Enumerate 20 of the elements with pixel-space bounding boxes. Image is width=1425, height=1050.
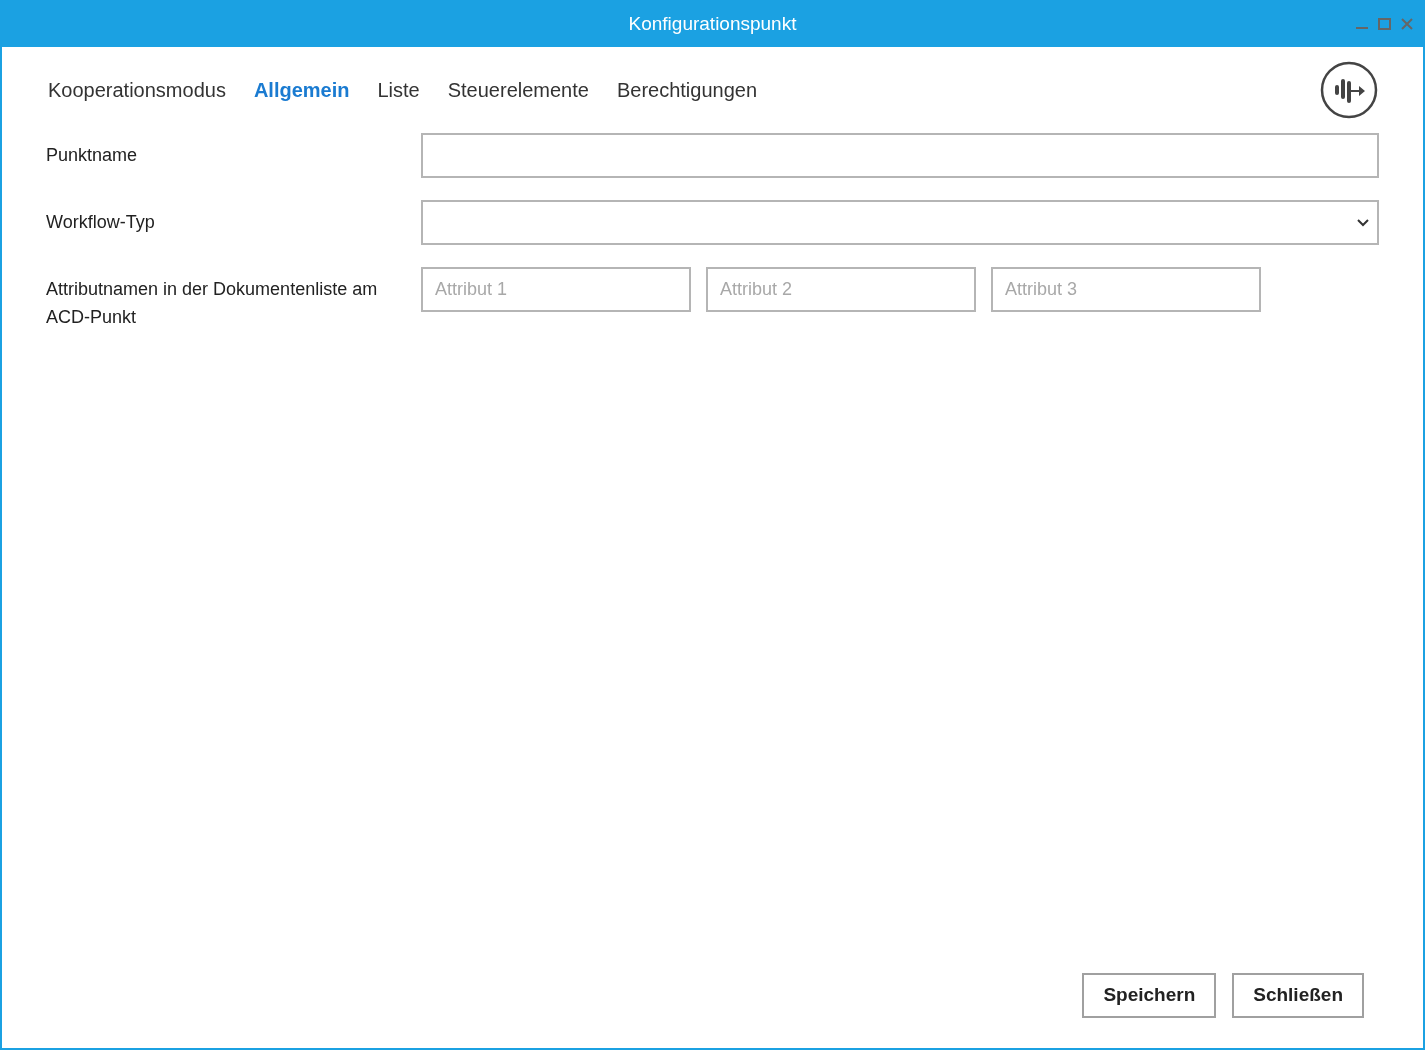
tab[interactable]: Kooperationsmodus <box>48 75 226 105</box>
input-field[interactable]: Attribut 2 <box>706 267 976 312</box>
input-field[interactable]: Attribut 3 <box>991 267 1261 312</box>
chevron-down-icon <box>1357 218 1369 227</box>
action-button[interactable]: Speichern <box>1082 973 1217 1018</box>
field-label: Workflow-Typ <box>46 211 156 234</box>
maximize-icon[interactable] <box>1378 18 1391 30</box>
input-field[interactable] <box>421 133 1379 178</box>
input-field[interactable]: Attribut 1 <box>421 267 691 312</box>
dropdown[interactable] <box>421 200 1379 245</box>
tab[interactable]: Steuerelemente <box>447 75 589 105</box>
tab[interactable]: Berechtigungen <box>616 75 758 105</box>
tab[interactable]: Allgemein <box>253 75 350 105</box>
field-label: Attributnamen in der Dokumentenliste am ACD-Punkt <box>46 278 379 329</box>
tab[interactable]: Liste <box>377 75 420 105</box>
exit-icon[interactable] <box>1320 61 1378 119</box>
window-title: Konfigurationspunkt <box>628 12 797 37</box>
field-label: Punktname <box>46 144 139 167</box>
action-button[interactable]: Schließen <box>1232 973 1364 1018</box>
close-icon[interactable] <box>1401 18 1413 30</box>
